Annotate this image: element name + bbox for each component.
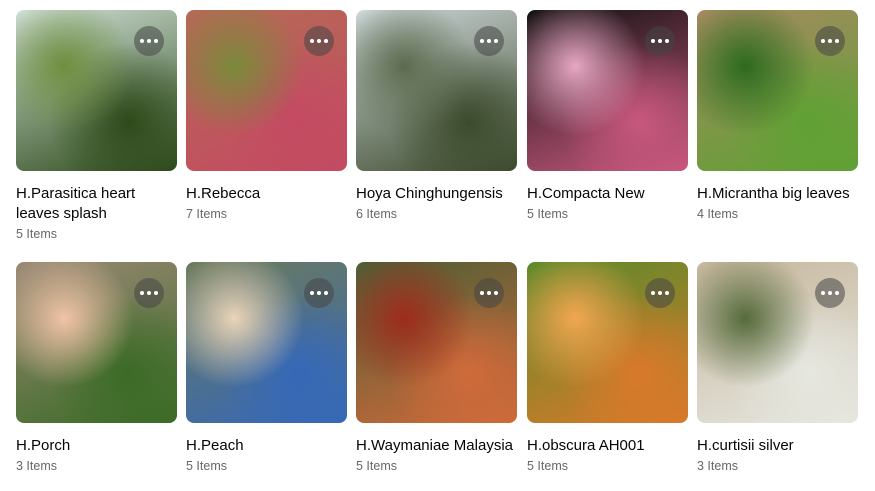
album-card[interactable]: H.Micrantha big leaves 4 Items bbox=[697, 10, 858, 224]
more-options-button[interactable] bbox=[815, 278, 845, 308]
album-item-count: 5 Items bbox=[527, 207, 568, 221]
album-title[interactable]: H.Waymaniae Malaysia bbox=[356, 436, 517, 456]
album-thumbnail[interactable] bbox=[697, 262, 858, 423]
more-options-icon bbox=[821, 39, 839, 43]
album-thumbnail[interactable] bbox=[186, 262, 347, 423]
more-options-icon bbox=[651, 291, 669, 295]
album-item-count: 5 Items bbox=[16, 227, 57, 241]
album-thumbnail[interactable] bbox=[16, 10, 177, 171]
album-thumbnail[interactable] bbox=[186, 10, 347, 171]
album-title[interactable]: H.Parasitica heart leaves splash bbox=[16, 184, 177, 224]
more-options-button[interactable] bbox=[134, 26, 164, 56]
album-card[interactable]: H.Parasitica heart leaves splash 5 Items bbox=[16, 10, 177, 244]
album-title[interactable]: H.curtisii silver bbox=[697, 436, 858, 456]
more-options-icon bbox=[310, 291, 328, 295]
album-card[interactable]: H.Waymaniae Malaysia 5 Items bbox=[356, 262, 517, 476]
more-options-icon bbox=[140, 39, 158, 43]
more-options-button[interactable] bbox=[815, 26, 845, 56]
album-item-count: 5 Items bbox=[356, 459, 397, 473]
more-options-icon bbox=[821, 291, 839, 295]
album-title[interactable]: Hoya Chinghungensis bbox=[356, 184, 517, 204]
more-options-icon bbox=[480, 291, 498, 295]
more-options-icon bbox=[140, 291, 158, 295]
album-item-count: 4 Items bbox=[697, 207, 738, 221]
album-item-count: 5 Items bbox=[527, 459, 568, 473]
more-options-button[interactable] bbox=[645, 278, 675, 308]
album-title[interactable]: H.Micrantha big leaves bbox=[697, 184, 858, 204]
more-options-button[interactable] bbox=[645, 26, 675, 56]
more-options-icon bbox=[480, 39, 498, 43]
album-title[interactable]: H.Porch bbox=[16, 436, 177, 456]
album-item-count: 5 Items bbox=[186, 459, 227, 473]
album-title[interactable]: H.obscura AH001 bbox=[527, 436, 688, 456]
album-card[interactable]: H.obscura AH001 5 Items bbox=[527, 262, 688, 476]
album-thumbnail[interactable] bbox=[697, 10, 858, 171]
album-card[interactable]: H.Peach 5 Items bbox=[186, 262, 347, 476]
album-thumbnail[interactable] bbox=[16, 262, 177, 423]
album-title[interactable]: H.Rebecca bbox=[186, 184, 347, 204]
album-thumbnail[interactable] bbox=[356, 10, 517, 171]
album-card[interactable]: H.Compacta New 5 Items bbox=[527, 10, 688, 224]
more-options-icon bbox=[651, 39, 669, 43]
more-options-button[interactable] bbox=[304, 278, 334, 308]
album-item-count: 3 Items bbox=[16, 459, 57, 473]
album-item-count: 7 Items bbox=[186, 207, 227, 221]
album-card[interactable]: Hoya Chinghungensis 6 Items bbox=[356, 10, 517, 224]
album-item-count: 6 Items bbox=[356, 207, 397, 221]
album-card[interactable]: H.Porch 3 Items bbox=[16, 262, 177, 476]
more-options-icon bbox=[310, 39, 328, 43]
album-thumbnail[interactable] bbox=[356, 262, 517, 423]
more-options-button[interactable] bbox=[134, 278, 164, 308]
album-thumbnail[interactable] bbox=[527, 262, 688, 423]
more-options-button[interactable] bbox=[474, 278, 504, 308]
album-thumbnail[interactable] bbox=[527, 10, 688, 171]
album-card[interactable]: H.curtisii silver 3 Items bbox=[697, 262, 858, 476]
more-options-button[interactable] bbox=[474, 26, 504, 56]
album-item-count: 3 Items bbox=[697, 459, 738, 473]
album-title[interactable]: H.Peach bbox=[186, 436, 347, 456]
album-card[interactable]: H.Rebecca 7 Items bbox=[186, 10, 347, 224]
more-options-button[interactable] bbox=[304, 26, 334, 56]
album-title[interactable]: H.Compacta New bbox=[527, 184, 688, 204]
